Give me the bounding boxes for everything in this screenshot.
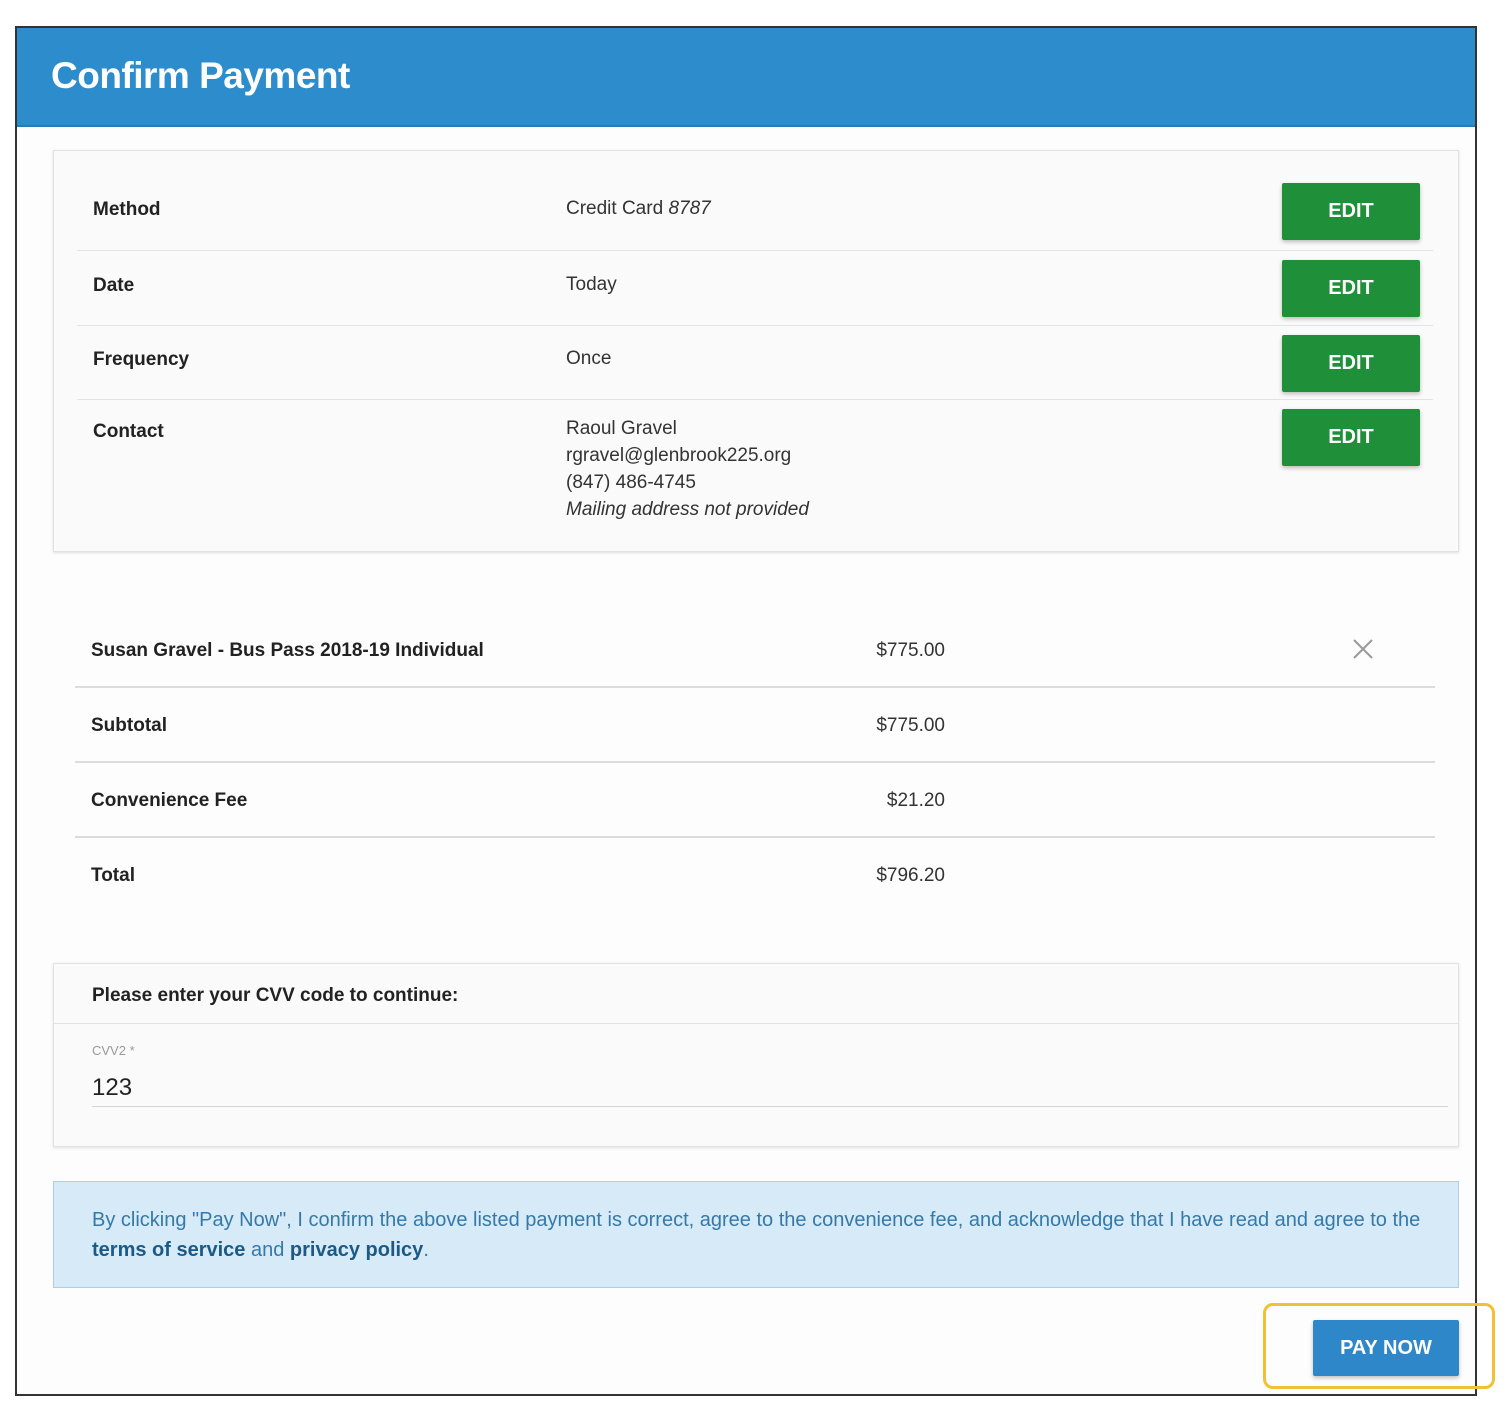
line-item-label: Susan Gravel - Bus Pass 2018-19 Individu… <box>91 640 484 661</box>
date-value: Today <box>566 274 617 295</box>
cvv-field-label: CVV2 * <box>92 1043 135 1058</box>
divider <box>54 1023 1458 1024</box>
notice-text-end: . <box>423 1239 429 1261</box>
pay-now-highlight <box>1263 1303 1495 1389</box>
terms-of-service-link[interactable]: terms of service <box>92 1239 245 1261</box>
detail-row-frequency: Frequency Once EDIT <box>77 326 1433 400</box>
edit-date-button[interactable]: EDIT <box>1282 260 1420 317</box>
method-value-text: Credit Card <box>566 198 664 219</box>
notice-text-start: By clicking "Pay Now", I confirm the abo… <box>92 1209 1421 1231</box>
edit-frequency-button[interactable]: EDIT <box>1282 335 1420 392</box>
fee-amount: $21.20 <box>886 790 945 811</box>
subtotal-amount: $775.00 <box>876 715 945 736</box>
edit-method-button[interactable]: EDIT <box>1282 183 1420 240</box>
contact-value: Raoul Gravel rgravel@glenbrook225.org (8… <box>566 415 809 523</box>
cvv-card: Please enter your CVV code to continue: … <box>53 963 1459 1147</box>
line-item-amount: $775.00 <box>876 640 945 661</box>
frequency-value: Once <box>566 348 612 369</box>
detail-row-date: Date Today EDIT <box>77 251 1433 326</box>
contact-email: rgravel@glenbrook225.org <box>566 445 792 466</box>
notice-text-middle: and <box>245 1239 290 1261</box>
detail-row-contact: Contact Raoul Gravel rgravel@glenbrook22… <box>77 400 1433 540</box>
method-label: Method <box>93 199 161 220</box>
subtotal-row: Subtotal $775.00 <box>75 688 1435 763</box>
contact-address-note: Mailing address not provided <box>566 496 809 523</box>
contact-phone: (847) 486-4745 <box>566 472 696 493</box>
card-last-digits: 8787 <box>668 198 711 219</box>
address-note-text: Mailing address not provided <box>566 499 809 520</box>
detail-row-method: Method Credit Card 8787 EDIT <box>77 159 1433 251</box>
payment-details-card: Method Credit Card 8787 EDIT Date Today … <box>53 150 1459 552</box>
total-amount: $796.20 <box>876 865 945 886</box>
close-icon[interactable] <box>1348 634 1378 664</box>
frequency-label: Frequency <box>93 349 190 370</box>
fee-row: Convenience Fee $21.20 <box>75 763 1435 838</box>
line-item-row: Susan Gravel - Bus Pass 2018-19 Individu… <box>75 613 1435 688</box>
cvv-input[interactable] <box>92 1069 1448 1107</box>
page-header: Confirm Payment <box>17 28 1475 127</box>
contact-name: Raoul Gravel <box>566 418 677 439</box>
date-label: Date <box>93 275 135 296</box>
fee-label: Convenience Fee <box>91 790 248 811</box>
privacy-policy-link[interactable]: privacy policy <box>290 1239 423 1261</box>
contact-label: Contact <box>93 421 164 442</box>
edit-contact-button[interactable]: EDIT <box>1282 409 1420 466</box>
cvv-title: Please enter your CVV code to continue: <box>92 985 459 1006</box>
subtotal-label: Subtotal <box>91 715 167 736</box>
payment-window: Confirm Payment Method Credit Card 8787 … <box>15 26 1477 1396</box>
terms-notice: By clicking "Pay Now", I confirm the abo… <box>53 1181 1459 1288</box>
total-label: Total <box>91 865 135 886</box>
page-title: Confirm Payment <box>51 55 350 96</box>
total-row: Total $796.20 <box>75 838 1435 913</box>
notice-text: By clicking "Pay Now", I confirm the abo… <box>92 1205 1432 1265</box>
method-value: Credit Card 8787 <box>566 195 711 222</box>
